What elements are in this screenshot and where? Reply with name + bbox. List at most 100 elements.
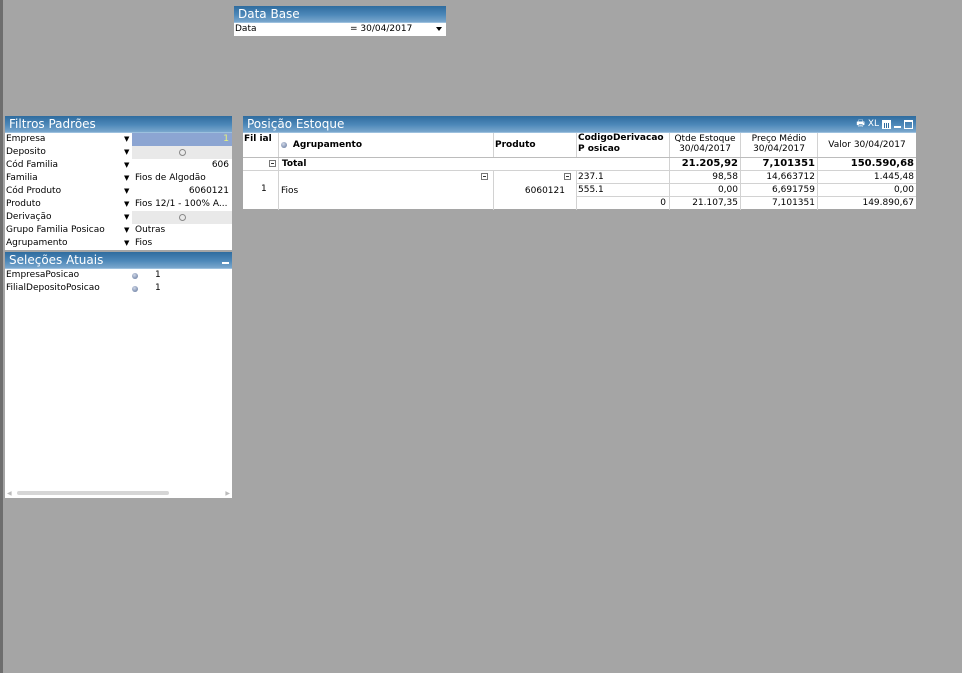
selection-row-filial[interactable]: FilialDepositoPosicao 1 — [5, 282, 232, 295]
pivot-table: Fil ial Agrupamento Produto CodigoDeriva… — [243, 133, 916, 210]
filter-cod-familia[interactable]: Cód Familia ▼ 606 — [5, 159, 232, 172]
produto-value[interactable]: 6060121 — [495, 185, 565, 197]
filter-value[interactable]: 6060121 — [132, 185, 232, 198]
sort-indicator-icon[interactable] — [281, 141, 287, 148]
filter-label: Agrupamento — [6, 238, 68, 248]
header-qtde-estoque[interactable]: Qtde Estoque 30/04/2017 — [670, 134, 740, 154]
dropdown-arrow-icon[interactable]: ▼ — [124, 224, 129, 237]
minimize-icon[interactable] — [222, 261, 229, 264]
selection-lock-icon[interactable] — [132, 286, 138, 292]
chart-icon[interactable] — [882, 119, 891, 129]
dropdown-arrow-icon[interactable]: ▼ — [124, 146, 129, 159]
row-qtde: 0,00 — [717, 185, 738, 195]
collapse-icon[interactable] — [481, 173, 488, 180]
dropdown-arrow-icon[interactable]: ▼ — [124, 185, 129, 198]
dropdown-arrow-icon[interactable]: ▼ — [124, 172, 129, 185]
collapse-icon[interactable] — [564, 173, 571, 180]
null-value-icon — [178, 214, 186, 221]
filter-label: Deposito — [6, 147, 46, 157]
dropdown-arrow-icon[interactable]: ▼ — [124, 211, 129, 224]
filter-label: Familia — [6, 173, 38, 183]
selection-field: EmpresaPosicao — [6, 270, 80, 280]
filter-label: Cód Produto — [6, 186, 62, 196]
total-valor: 150.590,68 — [850, 158, 914, 169]
selection-row-empresa[interactable]: EmpresaPosicao 1 — [5, 269, 232, 282]
data-base-caption[interactable]: Data Base — [234, 6, 446, 23]
header-filial[interactable]: Fil ial — [244, 134, 278, 156]
filter-agrupamento[interactable]: Agrupamento ▼ Fios — [5, 237, 232, 250]
filtros-caption[interactable]: Filtros Padrões — [5, 116, 232, 133]
dropdown-arrow-icon[interactable]: ▼ — [124, 198, 129, 211]
print-icon[interactable]: 🖶 — [856, 119, 865, 129]
selecoes-title: Seleções Atuais — [9, 253, 104, 267]
filter-value[interactable]: Fios — [132, 237, 232, 250]
date-select[interactable]: Data = 30/04/2017 — [234, 23, 446, 36]
filter-derivacao[interactable]: Derivação ▼ — [5, 211, 232, 224]
filter-value-empty[interactable] — [132, 146, 232, 159]
dropdown-arrow-icon[interactable]: ▼ — [124, 237, 129, 250]
selecoes-caption[interactable]: Seleções Atuais — [5, 252, 232, 269]
scroll-thumb[interactable] — [17, 491, 169, 495]
dropdown-arrow-icon[interactable]: ▼ — [124, 133, 129, 146]
row-valor: 149.890,67 — [862, 198, 914, 208]
header-produto[interactable]: Produto — [495, 139, 575, 151]
total-row-label[interactable]: Total — [269, 158, 489, 170]
filter-deposito[interactable]: Deposito ▼ — [5, 146, 232, 159]
data-base-panel: Data Base Data = 30/04/2017 — [234, 6, 446, 36]
chevron-down-icon[interactable] — [436, 27, 442, 31]
filter-empresa[interactable]: Empresa ▼ 1 — [5, 133, 232, 146]
header-valor[interactable]: Valor 30/04/2017 — [818, 139, 916, 151]
row-preco: 6,691759 — [772, 185, 815, 195]
date-label: Data — [235, 24, 257, 34]
filter-label: Empresa — [6, 134, 46, 144]
selection-value: 1 — [155, 283, 161, 293]
agrupamento-collapse[interactable] — [481, 171, 491, 183]
filter-value[interactable]: 606 — [132, 159, 232, 172]
filter-value[interactable]: Fios 12/1 - 100% A... — [132, 198, 232, 211]
filter-label: Grupo Familia Posicao — [6, 225, 105, 235]
selection-field: FilialDepositoPosicao — [6, 283, 100, 293]
header-codigo-derivacao[interactable]: CodigoDerivacaoP osicao — [578, 133, 669, 157]
filter-label: Produto — [6, 199, 41, 209]
filter-value-empty[interactable] — [132, 211, 232, 224]
minimize-icon[interactable] — [894, 125, 901, 128]
produto-collapse[interactable] — [564, 171, 574, 183]
agrupamento-value[interactable]: Fios — [281, 185, 381, 197]
collapse-icon[interactable] — [269, 160, 276, 167]
xl-icon[interactable]: XL — [868, 119, 879, 129]
dropdown-arrow-icon[interactable]: ▼ — [124, 159, 129, 172]
filter-familia[interactable]: Familia ▼ Fios de Algodão — [5, 172, 232, 185]
null-value-icon — [178, 149, 186, 156]
selection-lock-icon[interactable] — [132, 273, 138, 279]
filter-label: Derivação — [6, 212, 52, 222]
header-agrupamento[interactable]: Agrupamento — [281, 139, 493, 151]
header-preco-medio[interactable]: Preço Médio 30/04/2017 — [741, 134, 817, 154]
filter-value[interactable]: Fios de Algodão — [132, 172, 232, 185]
maximize-icon[interactable] — [904, 119, 913, 129]
selection-value: 1 — [155, 270, 161, 280]
posicao-estoque-panel: Posição Estoque 🖶 XL Fil ial Agrupamento… — [243, 116, 916, 210]
filter-grupo-familia-posicao[interactable]: Grupo Familia Posicao ▼ Outras — [5, 224, 232, 237]
filter-value-selected[interactable]: 1 — [132, 133, 232, 146]
row-valor: 0,00 — [893, 185, 914, 195]
selecoes-panel: Seleções Atuais EmpresaPosicao 1 FilialD… — [5, 252, 232, 498]
row-codigo[interactable]: 237.1 — [578, 171, 668, 183]
total-preco: 7,101351 — [762, 158, 815, 169]
row-preco: 7,101351 — [772, 198, 815, 208]
filial-value[interactable]: 1 — [261, 183, 271, 195]
horizontal-scrollbar[interactable]: ◀ ▶ — [7, 490, 230, 497]
row-valor: 1.445,48 — [873, 172, 914, 182]
filter-value[interactable]: Outras — [132, 224, 232, 237]
window-left-border — [0, 0, 3, 673]
posicao-caption[interactable]: Posição Estoque 🖶 XL — [243, 116, 916, 133]
scroll-left-icon[interactable]: ◀ — [7, 490, 12, 497]
row-codigo[interactable]: 555.1 — [578, 184, 668, 196]
filter-label: Cód Familia — [6, 160, 59, 170]
filter-produto[interactable]: Produto ▼ Fios 12/1 - 100% A... — [5, 198, 232, 211]
row-codigo[interactable]: 0 — [578, 197, 668, 209]
posicao-title: Posição Estoque — [247, 117, 345, 131]
row-preco: 14,663712 — [766, 172, 815, 182]
date-value: = 30/04/2017 — [350, 24, 413, 34]
filter-cod-produto[interactable]: Cód Produto ▼ 6060121 — [5, 185, 232, 198]
scroll-right-icon[interactable]: ▶ — [225, 490, 230, 497]
